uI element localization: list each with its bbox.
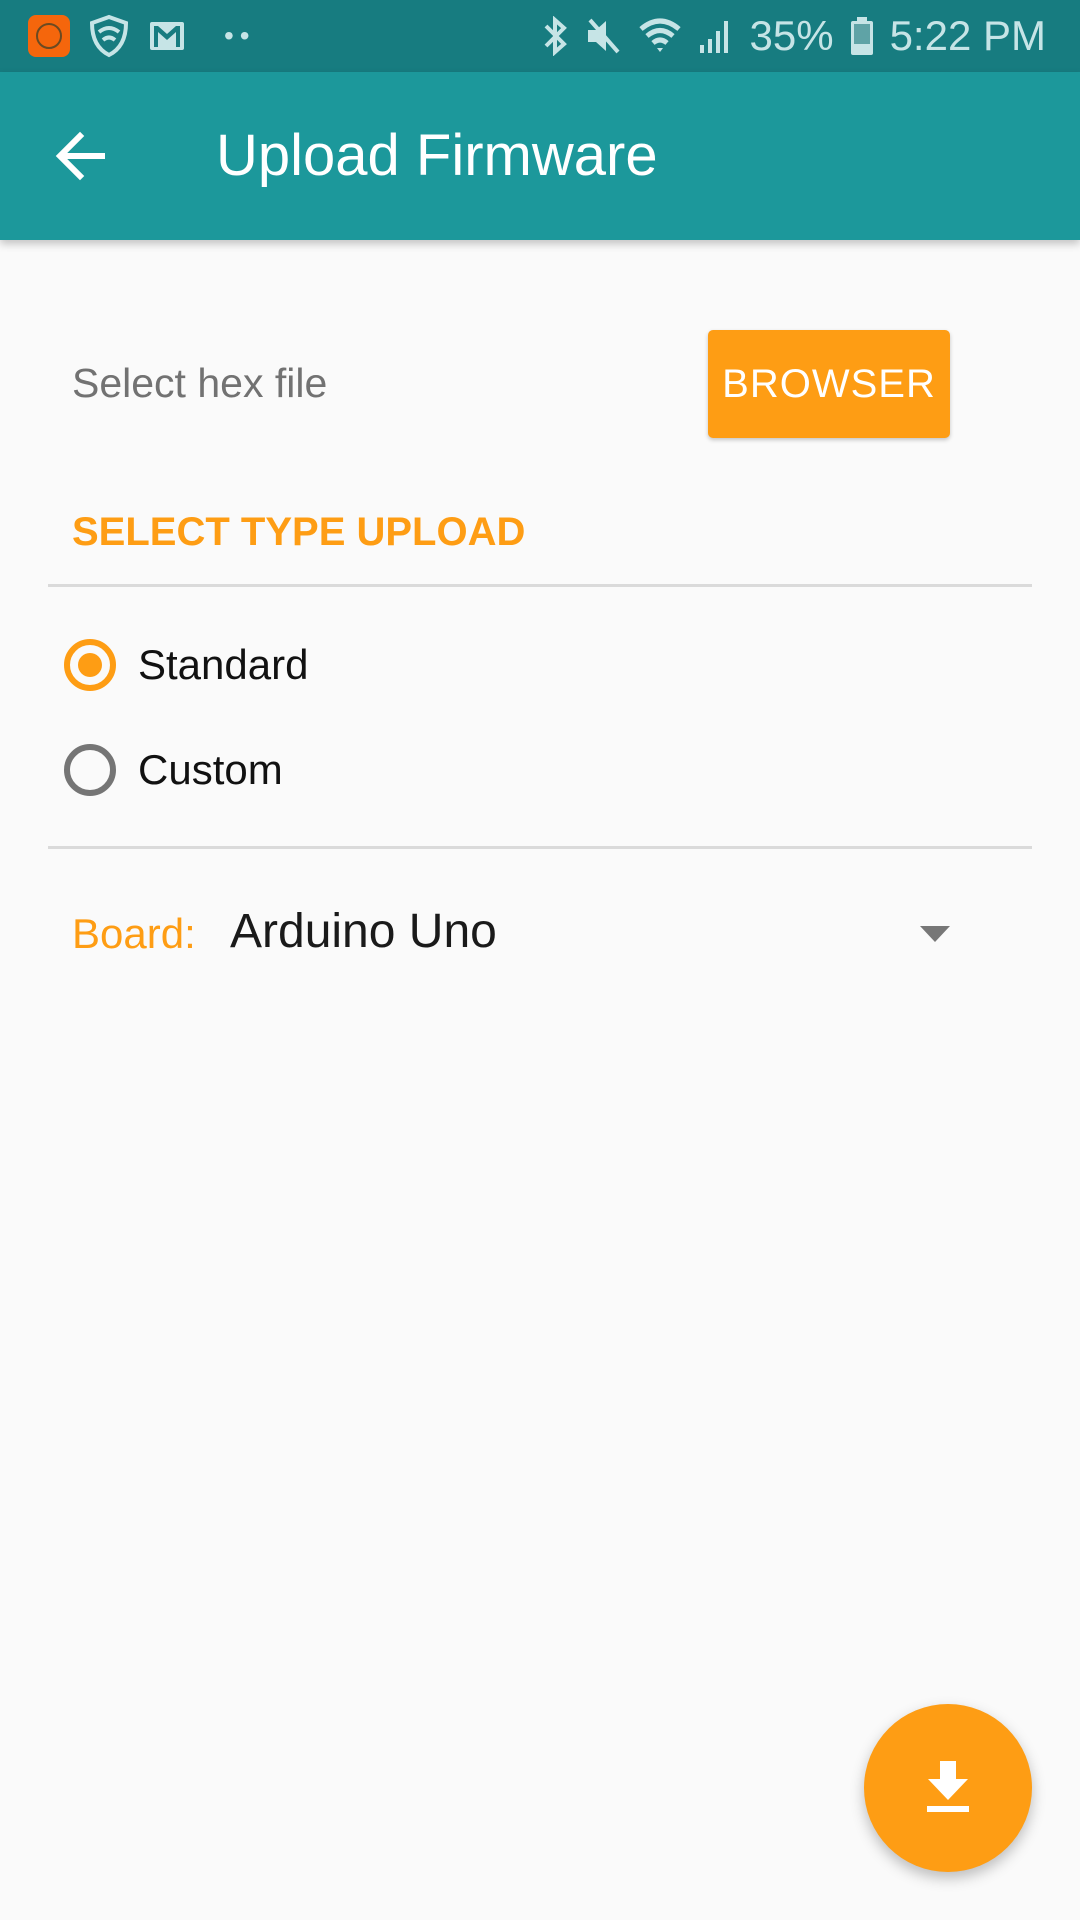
board-spinner-value[interactable]: Arduino Uno <box>230 904 497 959</box>
hex-file-label: Select hex file <box>72 360 328 406</box>
board-label: Board: <box>72 910 196 957</box>
download-icon <box>927 1761 969 1812</box>
divider <box>48 584 1032 587</box>
clock: 5:22 PM <box>889 12 1046 59</box>
wifi-icon <box>638 18 681 52</box>
upload-fab-button[interactable] <box>864 1704 1032 1872</box>
page-title: Upload Firmware <box>216 123 658 188</box>
battery-icon <box>850 17 873 55</box>
browser-button[interactable]: BROWSER <box>708 330 950 438</box>
app-bar: Upload Firmware <box>0 72 1080 240</box>
bluetooth-icon <box>544 16 567 56</box>
signal-icon <box>699 21 728 53</box>
radio-custom[interactable]: Custom <box>64 735 283 805</box>
dropdown-arrow-icon[interactable] <box>920 926 950 942</box>
mi-app-icon <box>28 15 70 57</box>
section-title-upload-type: SELECT TYPE UPLOAD <box>72 510 526 554</box>
more-notifications-dots: •• <box>224 20 256 51</box>
gmail-icon <box>150 22 184 50</box>
radio-button-unchecked[interactable] <box>64 744 116 796</box>
radio-label: Standard <box>138 641 309 688</box>
system-icons: 35% 5:22 PM <box>542 10 1046 62</box>
radio-button-checked[interactable] <box>64 639 116 691</box>
status-bar: •• 35% 5:22 PM <box>0 0 1080 72</box>
radio-label: Custom <box>138 746 283 793</box>
battery-percent: 35% <box>749 12 834 59</box>
back-arrow-icon[interactable] <box>50 124 114 188</box>
divider <box>48 846 1032 849</box>
mute-icon <box>587 18 620 54</box>
notification-icons: •• <box>28 14 256 58</box>
radio-standard[interactable]: Standard <box>64 630 308 700</box>
shield-wifi-icon <box>89 14 129 58</box>
